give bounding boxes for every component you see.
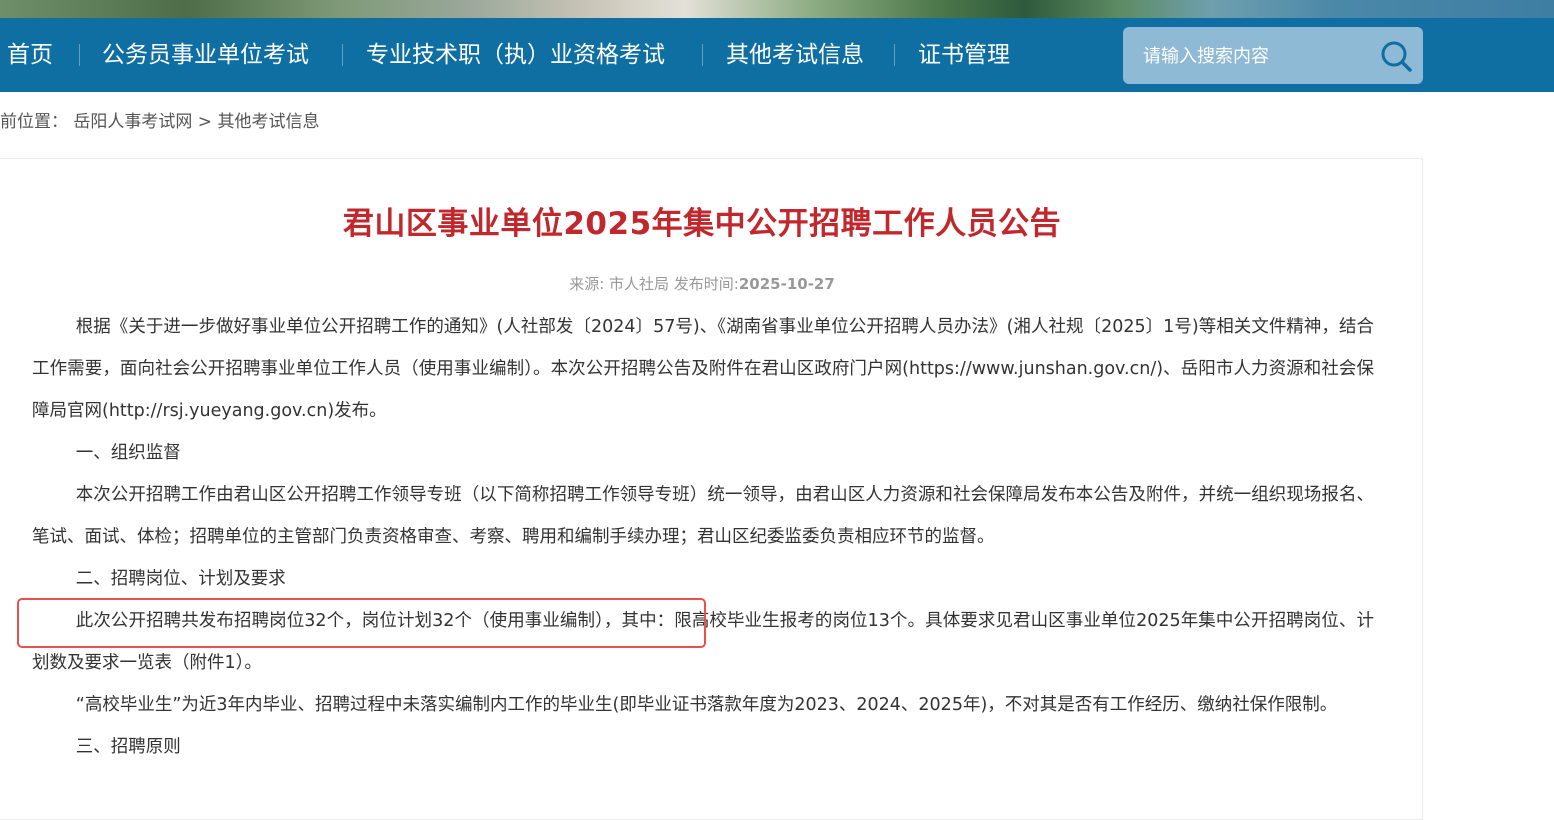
nav-item-other-exam-info[interactable]: 其他考试信息 — [726, 18, 864, 92]
nav-separator — [894, 44, 895, 66]
nav-item-certificate-management[interactable]: 证书管理 — [918, 18, 1010, 92]
search-input[interactable] — [1141, 27, 1365, 86]
breadcrumb: 前位置： 岳阳人事考试网 > 其他考试信息 — [0, 108, 319, 136]
article-paragraph: 本次公开招聘工作由君山区公开招聘工作领导专班（以下简称招聘工作领导专班）统一领导… — [32, 485, 1374, 547]
nav-item-professional-qualification-exams[interactable]: 专业技术职（执）业资格考试 — [366, 18, 665, 92]
source-value: 市人社局 — [609, 275, 670, 293]
nav-separator — [342, 44, 343, 66]
nav-item-civil-service-exams[interactable]: 公务员事业单位考试 — [102, 18, 309, 92]
breadcrumb-separator: > — [192, 112, 218, 132]
date-label: 发布时间: — [669, 275, 739, 293]
search-box — [1123, 27, 1423, 86]
article-paragraph: 根据《关于进一步做好事业单位公开招聘工作的通知》(人社部发〔2024〕57号)、… — [32, 317, 1374, 421]
section-heading: 三、招聘原则 — [75, 737, 181, 757]
search-icon[interactable] — [1380, 40, 1412, 72]
article-meta: 来源: 市人社局 发布时间:2025-10-27 — [0, 273, 1404, 294]
nav-item-home[interactable]: 首页 — [7, 18, 53, 92]
nav-separator — [79, 44, 80, 66]
highlight-annotation-box — [17, 598, 706, 648]
article-body: 根据《关于进一步做好事业单位公开招聘工作的通知》(人社部发〔2024〕57号)、… — [32, 306, 1374, 768]
breadcrumb-home-link[interactable]: 岳阳人事考试网 — [73, 112, 192, 132]
header-banner-image — [0, 0, 1554, 18]
breadcrumb-prefix: 前位置： — [0, 112, 68, 132]
article-paragraph: “高校毕业生”为近3年内毕业、招聘过程中未落实编制内工作的毕业生(即毕业证书落款… — [75, 695, 1338, 715]
publish-date: 2025-10-27 — [738, 275, 835, 293]
breadcrumb-current-link[interactable]: 其他考试信息 — [217, 112, 319, 132]
section-heading: 二、招聘岗位、计划及要求 — [75, 569, 286, 589]
article-title: 君山区事业单位2025年集中公开招聘工作人员公告 — [342, 206, 1062, 242]
nav-separator — [702, 44, 703, 66]
source-label: 来源: — [569, 275, 610, 293]
main-navbar: 首页 公务员事业单位考试 专业技术职（执）业资格考试 其他考试信息 证书管理 — [0, 18, 1554, 92]
section-heading: 一、组织监督 — [75, 443, 181, 463]
